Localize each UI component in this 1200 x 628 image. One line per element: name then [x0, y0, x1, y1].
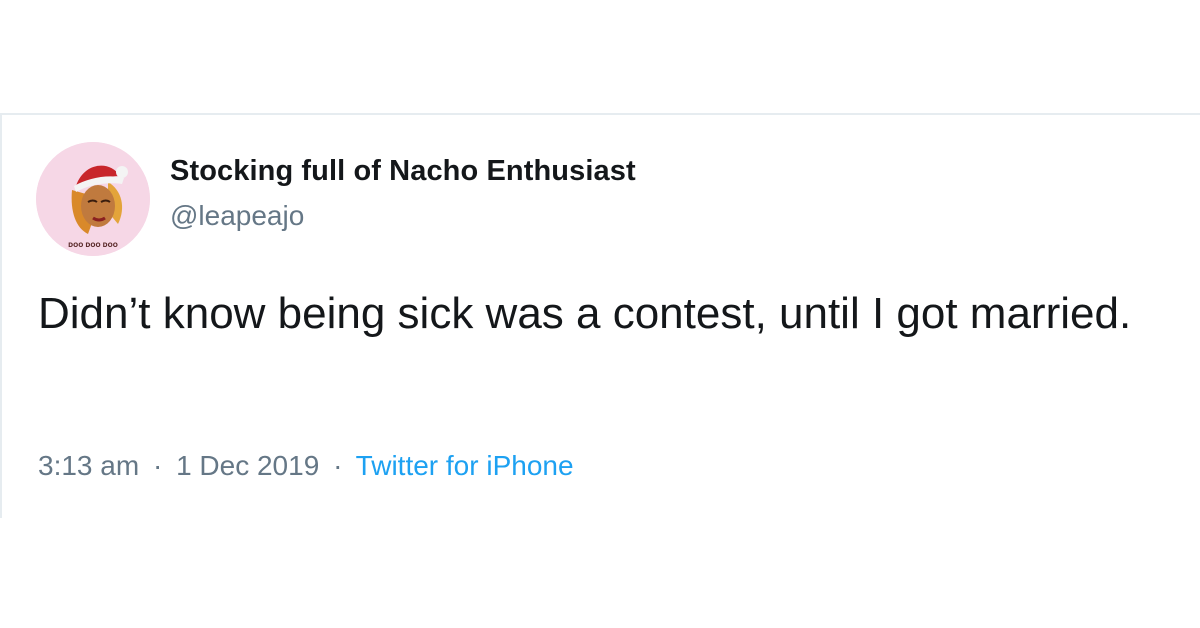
tweet-text: Didn’t know being sick was a contest, un…	[38, 289, 1132, 338]
tweet-source-link[interactable]: Twitter for iPhone	[356, 450, 574, 481]
author-handle[interactable]: @leapeajo	[170, 200, 304, 232]
tweet-time[interactable]: 3:13 am	[38, 450, 139, 481]
meta-separator: ·	[333, 450, 343, 481]
svg-text:DOO DOO DOO: DOO DOO DOO	[68, 242, 118, 249]
tweet-date[interactable]: 1 Dec 2019	[176, 450, 319, 481]
meta-separator: ·	[152, 450, 163, 481]
author-display-name[interactable]: Stocking full of Nacho Enthusiast	[170, 155, 636, 188]
avatar[interactable]: DOO DOO DOO	[36, 142, 150, 256]
tweet-meta: 3:13 am · 1 Dec 2019 · Twitter for iPhon…	[38, 450, 574, 482]
tweet-card: DOO DOO DOO Stocking full of Nacho Enthu…	[0, 113, 1200, 518]
cartoon-woman-santa-hat-icon: DOO DOO DOO	[36, 142, 150, 256]
